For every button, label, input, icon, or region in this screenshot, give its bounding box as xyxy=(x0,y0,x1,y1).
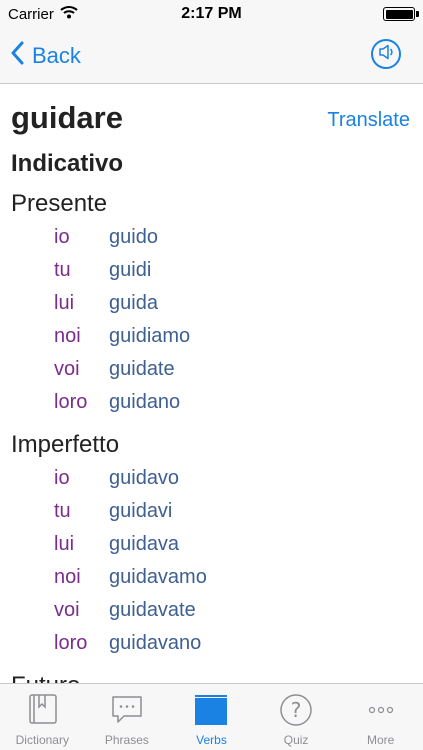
more-dots-icon xyxy=(361,693,401,727)
pronoun: io xyxy=(54,226,70,248)
tab-label: Quiz xyxy=(283,733,309,747)
conjugation-row: lui guida xyxy=(0,292,423,325)
conjugated-form: guidano xyxy=(109,391,181,413)
conjugated-form: guido xyxy=(109,226,158,248)
conjugation-row: tu guidavi xyxy=(0,500,423,533)
conjugation-row: noi guidiamo xyxy=(0,325,423,358)
conjugation-row: voi guidate xyxy=(0,358,423,391)
conjugation-row: io guidavo xyxy=(0,467,423,500)
tab-quiz[interactable]: ? Quiz xyxy=(254,684,339,750)
conjugation-row: voi guidavate xyxy=(0,599,423,632)
conjugation-row: noi guidavamo xyxy=(0,566,423,599)
pronoun: tu xyxy=(54,259,71,281)
verbs-stack-icon xyxy=(191,693,231,727)
conjugated-form: guidate xyxy=(109,358,175,380)
book-icon xyxy=(22,693,62,727)
tab-more[interactable]: More xyxy=(338,684,423,750)
tense-name: Imperfetto xyxy=(11,431,120,458)
conjugated-form: guidavate xyxy=(109,599,196,621)
tab-label: Dictionary xyxy=(15,733,69,747)
mood-title: Indicativo xyxy=(11,150,124,177)
translate-button[interactable]: Translate xyxy=(327,109,410,132)
battery-icon xyxy=(383,7,415,21)
tense-name: Presente xyxy=(11,190,108,217)
tab-label: Verbs xyxy=(196,733,227,747)
tab-verbs[interactable]: Verbs xyxy=(169,684,254,750)
tab-phrases[interactable]: Phrases xyxy=(85,684,170,750)
tab-label: Phrases xyxy=(104,733,149,747)
pronoun: lui xyxy=(54,533,75,555)
conjugation-content[interactable]: guidare Translate Indicativo Presente io… xyxy=(0,85,423,683)
status-bar: Carrier 2:17 PM xyxy=(0,0,423,28)
conjugated-form: guidiamo xyxy=(109,325,191,347)
pronoun: tu xyxy=(54,500,71,522)
pronoun: loro xyxy=(54,391,88,413)
conjugated-form: guidavo xyxy=(109,467,180,489)
back-button[interactable]: Back xyxy=(10,40,81,72)
pronoun: io xyxy=(54,467,70,489)
conjugation-row: loro guidano xyxy=(0,391,423,424)
pronoun: voi xyxy=(54,599,80,621)
speaker-button[interactable] xyxy=(371,39,401,69)
tab-label: More xyxy=(367,733,395,747)
pronoun: voi xyxy=(54,358,80,380)
pronoun: loro xyxy=(54,632,88,654)
back-label: Back xyxy=(32,43,81,68)
tab-dictionary[interactable]: Dictionary xyxy=(0,684,85,750)
conjugated-form: guidava xyxy=(109,533,180,555)
pronoun: noi xyxy=(54,325,81,347)
pronoun: lui xyxy=(54,292,75,314)
conjugation-row: tu guidi xyxy=(0,259,423,292)
tense-name: Futuro xyxy=(11,672,80,683)
chevron-left-icon xyxy=(10,41,24,71)
svg-text:?: ? xyxy=(291,698,302,722)
navigation-bar: Back xyxy=(0,28,423,84)
conjugated-form: guidavamo xyxy=(109,566,207,588)
conjugated-form: guidi xyxy=(109,259,152,281)
speech-bubble-icon xyxy=(107,693,147,727)
pronoun: noi xyxy=(54,566,81,588)
conjugation-row: lui guidava xyxy=(0,533,423,566)
conjugated-form: guida xyxy=(109,292,158,314)
question-icon: ? xyxy=(276,693,316,727)
status-time: 2:17 PM xyxy=(181,5,242,22)
tab-bar: Dictionary Phrases Verbs ? Quiz More xyxy=(0,683,423,750)
conjugation-row: loro guidavano xyxy=(0,632,423,665)
conjugated-form: guidavano xyxy=(109,632,202,654)
conjugation-row: io guido xyxy=(0,226,423,259)
conjugated-form: guidavi xyxy=(109,500,173,522)
speaker-icon xyxy=(378,44,394,65)
verb-title: guidare xyxy=(11,100,123,135)
